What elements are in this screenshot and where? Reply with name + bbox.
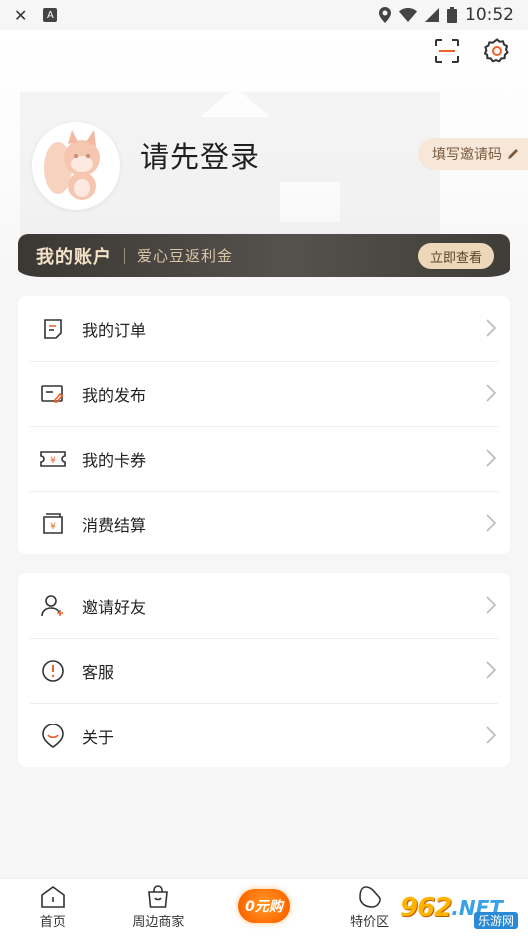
chevron-right-icon: [486, 319, 497, 337]
account-banner-subtitle: 爱心豆返利金: [137, 247, 234, 265]
home-icon: [40, 886, 65, 908]
invite-friend-icon: [40, 593, 66, 619]
wifi-icon: [399, 8, 417, 22]
invite-code-label: 填写邀请码: [432, 147, 502, 163]
pencil-icon: [508, 149, 518, 159]
nav-nearby-merchants[interactable]: 周边商家: [106, 879, 212, 938]
account-banner-title: 我的账户: [36, 246, 112, 268]
nav-label: 周边商家: [132, 915, 185, 930]
squirrel-mascot-icon: [44, 130, 100, 200]
app-notification-icon: A: [43, 8, 58, 22]
site-watermark-logo: 962 .NET 乐游网: [400, 884, 524, 932]
publish-icon: [40, 381, 66, 407]
chevron-right-icon: [486, 384, 497, 402]
settings-gear-icon[interactable]: [482, 36, 512, 66]
status-time: 10:52: [465, 5, 514, 25]
shopping-bag-icon: [148, 885, 169, 908]
battery-icon: [447, 7, 457, 23]
chevron-right-icon: [486, 726, 497, 744]
menu-card-support: 邀请好友 客服 关于: [18, 573, 510, 767]
chevron-right-icon: [486, 514, 497, 532]
invite-code-button[interactable]: 填写邀请码: [418, 138, 528, 170]
location-icon: [379, 7, 391, 23]
signal-icon: [425, 8, 439, 22]
menu-item-label: 客服: [82, 662, 115, 682]
about-icon: [40, 723, 66, 749]
svg-text:¥: ¥: [50, 456, 56, 466]
chevron-right-icon: [486, 596, 497, 614]
menu-item-settlement[interactable]: ¥ 消费结算: [18, 491, 510, 556]
menu-item-label: 关于: [82, 727, 115, 747]
menu-item-label: 我的订单: [82, 320, 147, 340]
menu-item-label: 我的卡券: [82, 450, 147, 470]
customer-service-icon: [40, 658, 66, 684]
scan-icon[interactable]: [432, 36, 462, 66]
menu-item-label: 消费结算: [82, 515, 147, 535]
chevron-right-icon: [486, 661, 497, 679]
nav-label: 首页: [39, 915, 66, 930]
menu-item-customer-service[interactable]: 客服: [18, 638, 510, 703]
watermark-logo-main: 962: [400, 893, 452, 923]
chevron-right-icon: [486, 449, 497, 467]
nav-zero-yuan-buy[interactable]: 0元购: [211, 879, 317, 938]
menu-item-my-orders[interactable]: 我的订单: [18, 296, 510, 361]
svg-text:¥: ¥: [50, 522, 56, 532]
menu-item-label: 我的发布: [82, 385, 147, 405]
banner-divider: [124, 247, 125, 264]
menu-item-about[interactable]: 关于: [18, 703, 510, 768]
login-prompt[interactable]: 请先登录: [140, 134, 260, 176]
close-notification-icon: ✕: [14, 5, 28, 25]
menu-item-my-posts[interactable]: 我的发布: [18, 361, 510, 426]
bean-icon: [358, 886, 381, 908]
menu-item-label: 邀请好友: [82, 597, 147, 617]
zero-yuan-badge: 0元购: [237, 889, 290, 923]
nav-label: 特价区: [350, 915, 390, 930]
order-icon: [40, 316, 66, 342]
coupon-icon: ¥: [40, 446, 66, 472]
view-now-button[interactable]: 立即查看: [417, 243, 494, 269]
menu-card-orders: 我的订单 我的发布 ¥ 我的卡券 ¥ 消费结算: [18, 296, 510, 554]
settlement-icon: ¥: [40, 511, 66, 537]
menu-item-invite-friends[interactable]: 邀请好友: [18, 573, 510, 638]
my-account-banner[interactable]: 我的账户 爱心豆返利金 立即查看: [18, 234, 510, 277]
menu-item-my-coupons[interactable]: ¥ 我的卡券: [18, 426, 510, 491]
status-bar: ✕ A 10:52: [0, 0, 528, 30]
avatar[interactable]: [32, 122, 120, 210]
nav-home[interactable]: 首页: [0, 879, 106, 938]
watermark-logo-sub: 乐游网: [473, 912, 518, 929]
